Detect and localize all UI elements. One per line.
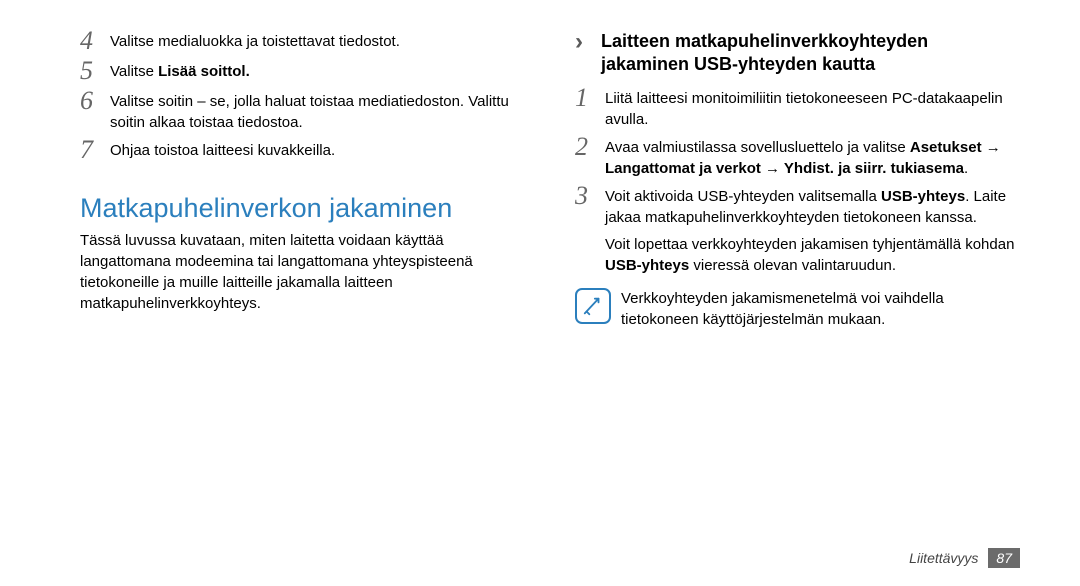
step-number: 7 bbox=[80, 137, 110, 163]
step-4: 4 Valitse medialuokka ja toistettavat ti… bbox=[80, 30, 525, 54]
text-run: Avaa valmiustilassa sovellusluettelo ja … bbox=[605, 139, 910, 156]
step3-line1: Voit aktivoida USB-yhteyden valitsemalla… bbox=[605, 186, 1020, 228]
step-5: 5 Valitse Lisää soittol. bbox=[80, 60, 525, 84]
text-run: vieressä olevan valintaruudun. bbox=[689, 257, 896, 274]
step-number: 3 bbox=[575, 183, 605, 209]
step-text: Ohjaa toistoa laitteesi kuvakkeilla. bbox=[110, 139, 525, 161]
right-column: › Laitteen matkapuhelinverkkoyhteyden ja… bbox=[575, 30, 1020, 510]
step-number: 4 bbox=[80, 28, 110, 54]
step-text: Voit aktivoida USB-yhteyden valitsemalla… bbox=[605, 185, 1020, 276]
subsection-heading: › Laitteen matkapuhelinverkkoyhteyden ja… bbox=[575, 30, 1020, 77]
page-number-badge: 87 bbox=[988, 548, 1020, 568]
step-1: 1 Liitä laitteesi monitoimiliitin tietok… bbox=[575, 87, 1020, 130]
step-text: Valitse medialuokka ja toistettavat tied… bbox=[110, 30, 525, 52]
step-text: Valitse Lisää soittol. bbox=[110, 60, 525, 82]
step5-bold: Lisää soittol. bbox=[158, 63, 250, 80]
step-3: 3 Voit aktivoida USB-yhteyden valitsemal… bbox=[575, 185, 1020, 276]
step-text: Liitä laitteesi monitoimiliitin tietokon… bbox=[605, 87, 1020, 130]
section-paragraph: Tässä luvussa kuvataan, miten laitetta v… bbox=[80, 230, 525, 314]
step-7: 7 Ohjaa toistoa laitteesi kuvakkeilla. bbox=[80, 139, 525, 163]
step-2: 2 Avaa valmiustilassa sovellusluettelo j… bbox=[575, 136, 1020, 179]
text-run: Voit aktivoida USB-yhteyden valitsemalla bbox=[605, 188, 881, 205]
note-row: Verkkoyhteyden jakamismenetelmä voi vaih… bbox=[575, 288, 1020, 330]
step-number: 2 bbox=[575, 134, 605, 160]
note-icon bbox=[575, 288, 611, 324]
step-text: Avaa valmiustilassa sovellusluettelo ja … bbox=[605, 136, 1020, 179]
section-title: Matkapuhelinverkon jakaminen bbox=[80, 193, 525, 224]
page-footer: Liitettävyys 87 bbox=[909, 548, 1020, 568]
note-text: Verkkoyhteyden jakamismenetelmä voi vaih… bbox=[621, 288, 1020, 330]
subsection-title: Laitteen matkapuhelinverkkoyhteyden jaka… bbox=[601, 30, 1020, 77]
left-column: 4 Valitse medialuokka ja toistettavat ti… bbox=[80, 30, 525, 510]
text-run: Voit lopettaa verkkoyhteyden jakamisen t… bbox=[605, 236, 1014, 253]
step-6: 6 Valitse soitin – se, jolla haluat tois… bbox=[80, 90, 525, 133]
page-columns: 4 Valitse medialuokka ja toistettavat ti… bbox=[80, 30, 1020, 510]
text-run: . bbox=[964, 160, 968, 177]
footer-section-name: Liitettävyys bbox=[909, 550, 978, 566]
step3-line2: Voit lopettaa verkkoyhteyden jakamisen t… bbox=[605, 234, 1020, 276]
bold-text: USB-yhteys bbox=[881, 188, 965, 205]
step-text: Valitse soitin – se, jolla haluat toista… bbox=[110, 90, 525, 133]
step5-prefix: Valitse bbox=[110, 63, 158, 80]
step-number: 1 bbox=[575, 85, 605, 111]
step-number: 6 bbox=[80, 88, 110, 114]
bold-text: USB-yhteys bbox=[605, 257, 689, 274]
step-number: 5 bbox=[80, 58, 110, 84]
chevron-icon: › bbox=[575, 30, 595, 54]
